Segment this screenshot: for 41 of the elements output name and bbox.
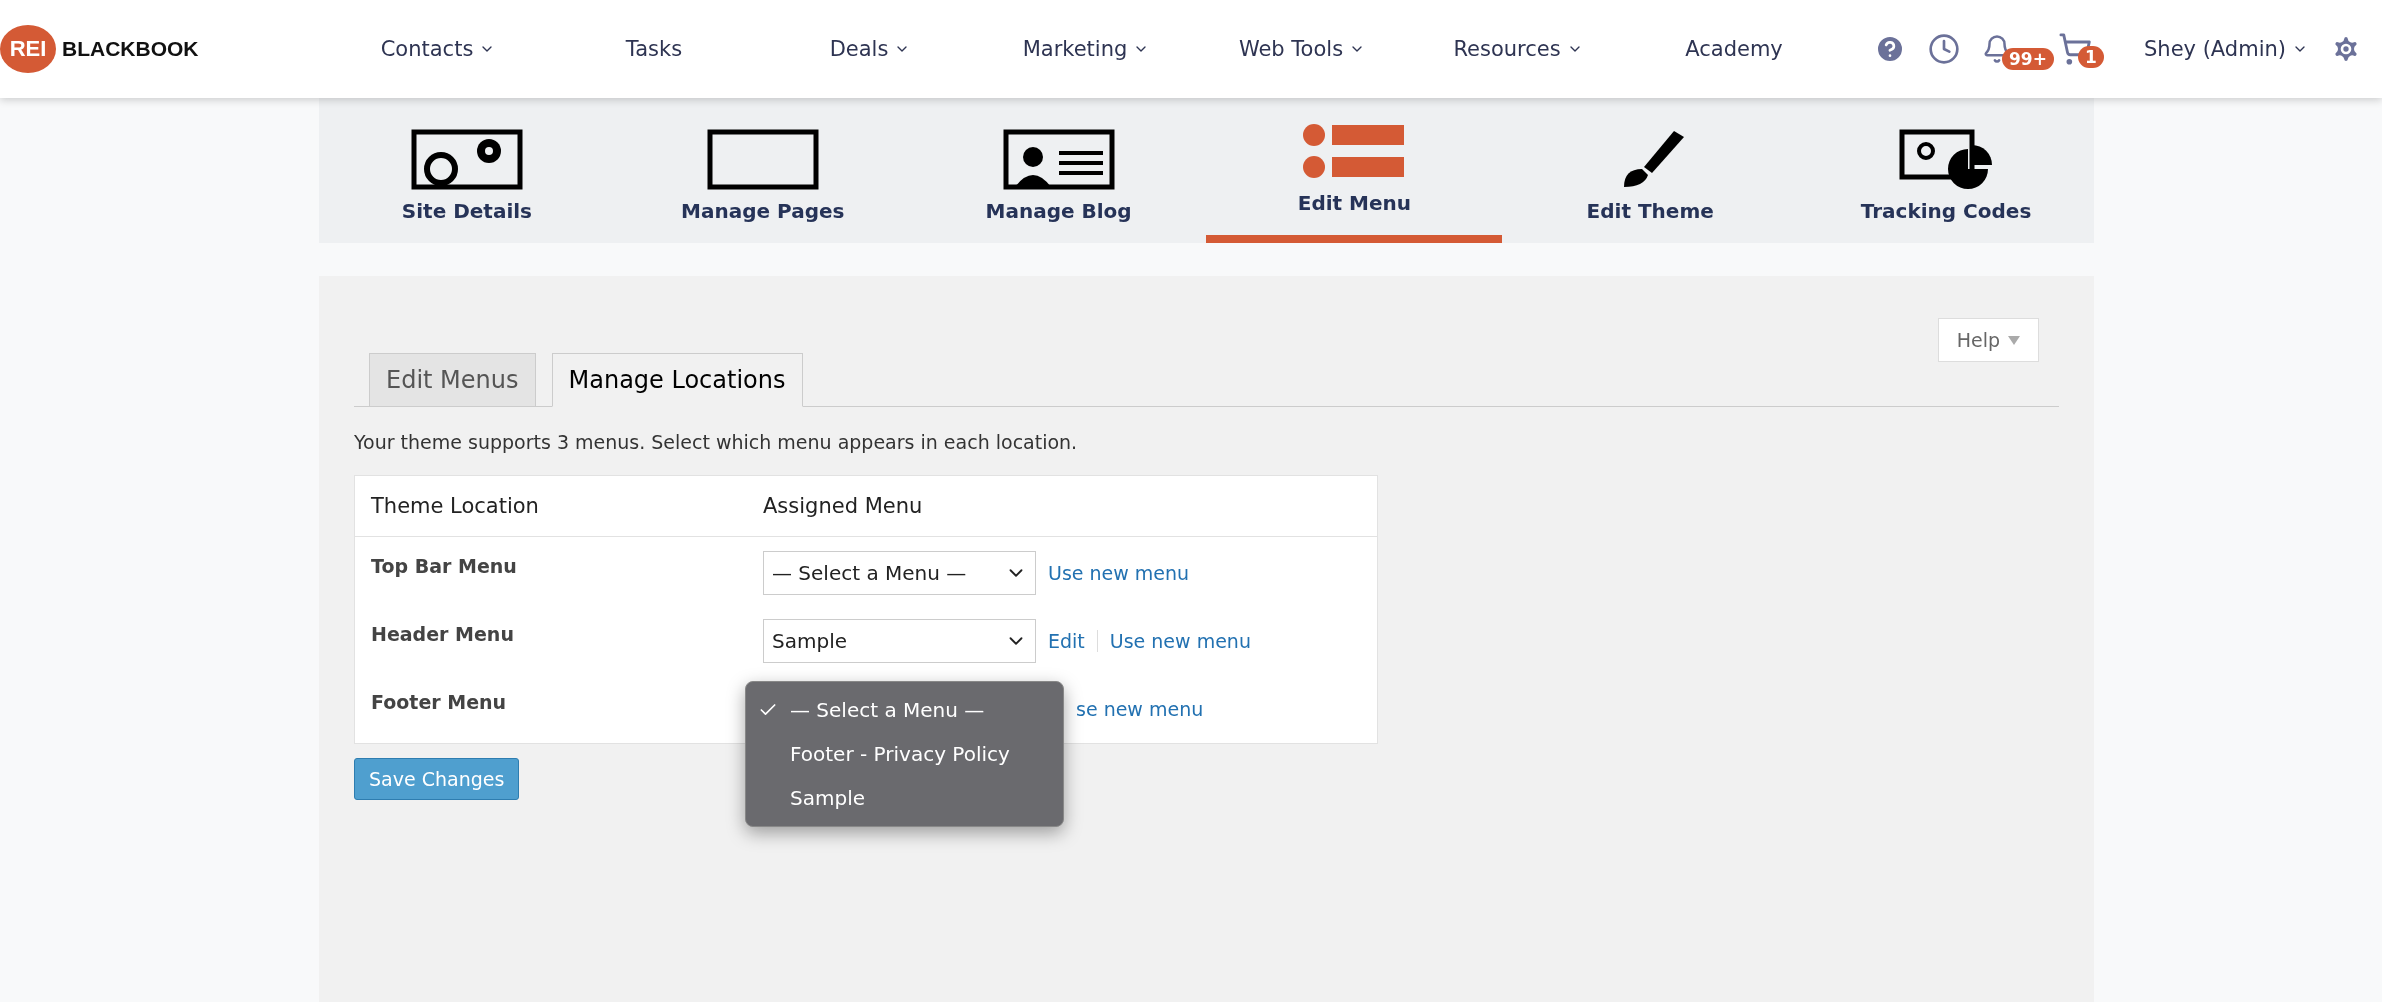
- menu-link[interactable]: Use new menu: [1096, 630, 1263, 652]
- brand-name: BLACKBOOK: [62, 37, 199, 61]
- nav-link[interactable]: Resources: [1410, 37, 1626, 61]
- dropdown-option[interactable]: Footer - Privacy Policy: [746, 732, 1063, 776]
- tool-tab[interactable]: Tracking Codes: [1798, 98, 2094, 243]
- help-button[interactable]: Help: [1937, 318, 2039, 362]
- tab[interactable]: Edit Menus: [369, 353, 536, 407]
- profile-card-icon: [1002, 129, 1115, 191]
- blank-page-icon: [706, 129, 819, 191]
- cart-count: 1: [2078, 46, 2104, 68]
- column-header: Theme Location: [371, 494, 540, 518]
- nav-link[interactable]: Web Tools: [1194, 37, 1410, 61]
- menu-link[interactable]: se new menu: [1064, 698, 1216, 720]
- tab[interactable]: Manage Locations: [551, 353, 803, 407]
- tool-tab[interactable]: Site Details: [319, 98, 615, 243]
- column-header: Assigned Menu: [763, 494, 924, 518]
- nav-link[interactable]: Academy: [1626, 37, 1842, 61]
- dropdown-option[interactable]: — Select a Menu —: [746, 688, 1063, 732]
- nav-link[interactable]: Tasks: [546, 37, 762, 61]
- nav-link[interactable]: Marketing: [978, 37, 1194, 61]
- location-label: Header Menu: [371, 622, 515, 645]
- description-text: Your theme supports 3 menus. Select which menu appears in each location.: [354, 431, 1079, 453]
- location-label: Top Bar Menu: [371, 554, 518, 577]
- menu-select[interactable]: — Select a Menu —: [763, 551, 1036, 595]
- nav-link[interactable]: Deals: [762, 37, 978, 61]
- menu-link[interactable]: Edit: [1036, 630, 1097, 652]
- location-label: Footer Menu: [371, 690, 508, 713]
- tool-tab[interactable]: Edit Menu: [1206, 98, 1503, 243]
- caret-icon: [2008, 335, 2020, 345]
- notification-count: 99+: [2002, 48, 2054, 70]
- logo-badge: REI: [0, 25, 56, 73]
- nav-link[interactable]: Contacts: [330, 37, 546, 61]
- tool-tab[interactable]: Edit Theme: [1502, 98, 1799, 243]
- clock-icon[interactable]: [1928, 33, 1960, 65]
- gears-frame-icon: [410, 129, 523, 191]
- menu-link[interactable]: Use new menu: [1036, 562, 1202, 584]
- tool-tab[interactable]: Manage Pages: [614, 98, 911, 243]
- dropdown-option[interactable]: Sample: [746, 776, 1063, 820]
- tool-tab[interactable]: Manage Blog: [910, 98, 1207, 243]
- user-menu[interactable]: Shey (Admin): [2144, 37, 2308, 61]
- menu-select[interactable]: Sample: [763, 619, 1036, 663]
